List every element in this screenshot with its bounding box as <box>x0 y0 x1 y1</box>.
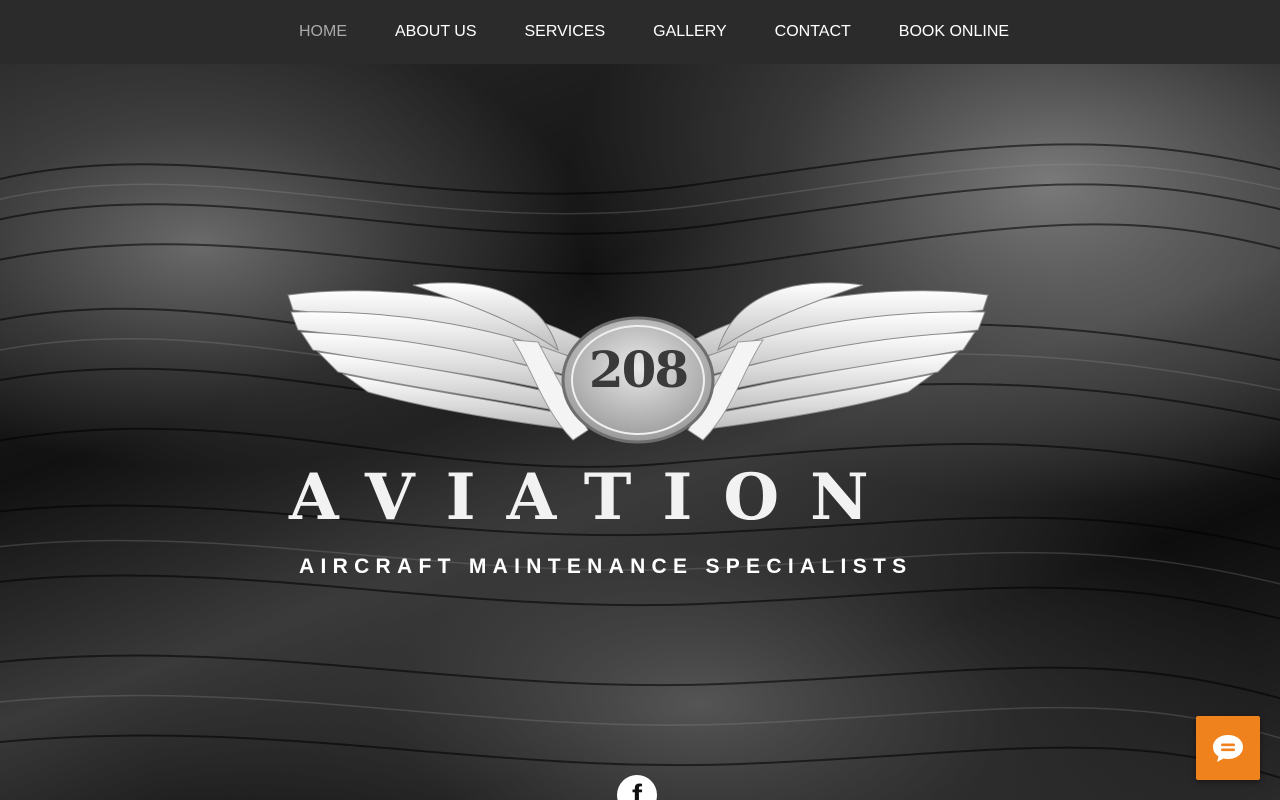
company-logo: 208 AVIATION <box>283 280 993 540</box>
chat-bubble-icon <box>1213 735 1243 762</box>
logo-title: AVIATION <box>289 460 900 535</box>
facebook-glyph: f <box>632 779 642 800</box>
top-navigation: HOME ABOUT US SERVICES GALLERY CONTACT B… <box>0 0 1280 64</box>
nav-item-contact[interactable]: CONTACT <box>751 0 875 64</box>
nav-item-services[interactable]: SERVICES <box>501 0 630 64</box>
nav-item-gallery[interactable]: GALLERY <box>629 0 751 64</box>
hero-tagline: AIRCRAFT MAINTENANCE SPECIALISTS <box>299 555 913 578</box>
nav-item-home[interactable]: HOME <box>275 0 371 64</box>
page: HOME ABOUT US SERVICES GALLERY CONTACT B… <box>0 0 1280 800</box>
logo-badge-number: 208 <box>588 340 689 399</box>
nav-menu: HOME ABOUT US SERVICES GALLERY CONTACT B… <box>275 0 1033 64</box>
chat-button[interactable] <box>1196 716 1260 780</box>
nav-item-about-us[interactable]: ABOUT US <box>371 0 501 64</box>
nav-item-book-online[interactable]: BOOK ONLINE <box>875 0 1033 64</box>
